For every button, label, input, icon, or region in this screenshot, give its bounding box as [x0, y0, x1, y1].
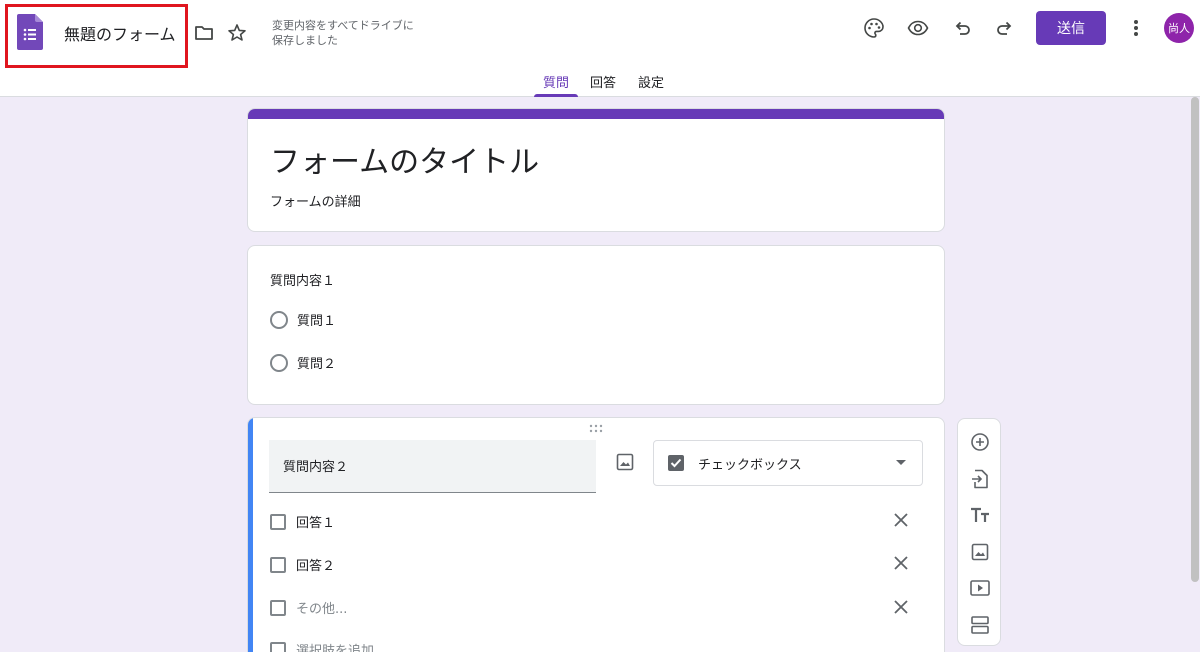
checkbox[interactable]: [270, 599, 286, 616]
option-label: 質問２: [297, 357, 337, 372]
option-label[interactable]: 回答１: [296, 512, 335, 531]
add-video-icon[interactable]: [968, 576, 992, 600]
eye-icon[interactable]: [904, 14, 932, 42]
question-title-input[interactable]: 質問内容２: [269, 440, 596, 493]
avatar[interactable]: 尚人: [1164, 13, 1194, 43]
save-status: 変更内容をすべてドライブに 保存しました: [272, 18, 432, 48]
form-title-card[interactable]: フォームのタイトル フォームの詳細: [247, 108, 945, 232]
star-icon[interactable]: [223, 19, 251, 47]
form-title[interactable]: フォームのタイトル: [270, 137, 539, 181]
option-label: 質問１: [297, 314, 337, 329]
page-scrollbar[interactable]: [1189, 97, 1200, 652]
undo-icon[interactable]: [948, 14, 976, 42]
dropdown-caret-icon: [896, 460, 906, 465]
save-status-line1: 変更内容をすべてドライブに: [272, 19, 414, 32]
add-section-icon[interactable]: [968, 613, 992, 637]
radio-button[interactable]: [270, 353, 288, 372]
other-option-label[interactable]: その他...: [296, 598, 347, 617]
checkbox: [270, 641, 286, 652]
checkbox-type-icon: [668, 455, 684, 471]
tab-questions[interactable]: 質問: [543, 72, 569, 91]
question-title: 質問内容１: [270, 274, 336, 289]
active-question-accent: [248, 418, 253, 652]
radio-option[interactable]: 質問１: [270, 310, 336, 329]
question-card-1[interactable]: 質問内容１ 質問１ 質問２: [247, 245, 945, 405]
checkbox[interactable]: [270, 556, 286, 573]
checkbox-option[interactable]: 回答２: [270, 555, 335, 574]
send-button[interactable]: 送信: [1036, 11, 1106, 45]
scrollbar-thumb[interactable]: [1191, 97, 1199, 582]
app-header: 無題のフォーム 変更内容をすべてドライブに 保存しました 送信 尚人 質問 回答…: [0, 0, 1200, 97]
tab-responses[interactable]: 回答: [590, 72, 616, 91]
remove-option-icon[interactable]: [892, 598, 910, 616]
highlight-annotation: [5, 4, 188, 68]
folder-icon[interactable]: [190, 19, 218, 47]
form-description[interactable]: フォームの詳細: [270, 191, 361, 210]
add-option-label[interactable]: 選択肢を追加: [296, 640, 374, 652]
question-type-label: チェックボックス: [698, 457, 802, 473]
active-tab-indicator: [534, 94, 578, 97]
drag-handle-icon[interactable]: [589, 424, 603, 434]
save-status-line2: 保存しました: [272, 34, 338, 47]
radio-button[interactable]: [270, 310, 288, 329]
more-vert-icon[interactable]: [1122, 14, 1150, 42]
checkbox-option[interactable]: 回答１: [270, 512, 335, 531]
tab-settings[interactable]: 設定: [638, 72, 664, 91]
palette-icon[interactable]: [860, 14, 888, 42]
add-title-icon[interactable]: [968, 503, 992, 527]
radio-option[interactable]: 質問２: [270, 353, 336, 372]
add-option-row[interactable]: 選択肢を追加: [270, 640, 374, 652]
checkbox[interactable]: [270, 513, 286, 530]
question-card-2[interactable]: 質問内容２ チェックボックス 回答１ 回答２ その他... 選択肢を追加: [247, 417, 945, 652]
add-question-icon[interactable]: [968, 430, 992, 454]
tab-bar: 質問 回答 設定: [0, 64, 1200, 97]
option-label[interactable]: 回答２: [296, 555, 335, 574]
question-type-select[interactable]: チェックボックス: [653, 440, 923, 486]
redo-icon[interactable]: [991, 14, 1019, 42]
remove-option-icon[interactable]: [892, 511, 910, 529]
remove-option-icon[interactable]: [892, 554, 910, 572]
import-questions-icon[interactable]: [968, 467, 992, 491]
add-image-icon[interactable]: [968, 540, 992, 564]
other-option[interactable]: その他...: [270, 598, 347, 617]
floating-toolbar: [957, 418, 1001, 646]
title-accent-bar: [248, 109, 944, 119]
add-image-icon[interactable]: [614, 451, 636, 473]
